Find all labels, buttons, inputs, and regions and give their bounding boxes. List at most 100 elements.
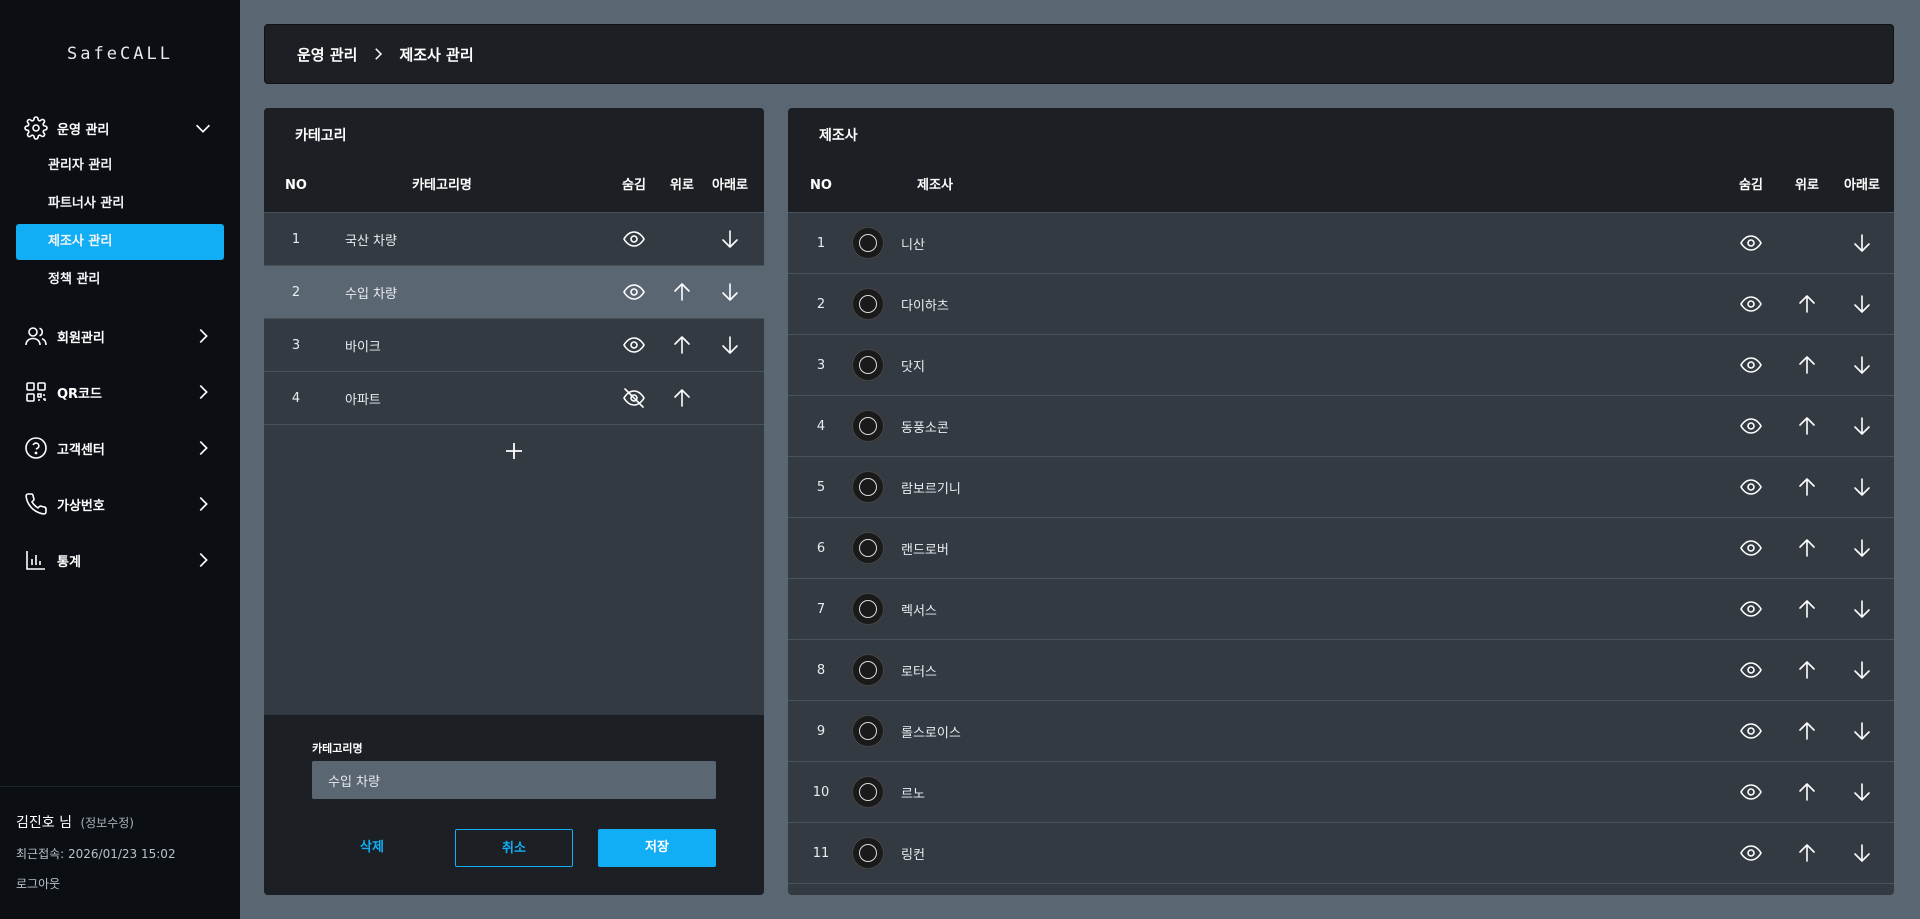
down-cell (706, 213, 754, 265)
arrow-down-icon[interactable] (1850, 475, 1874, 499)
cancel-button[interactable]: 취소 (455, 829, 573, 867)
up-cell (1784, 396, 1830, 456)
arrow-up-icon[interactable] (1795, 597, 1819, 621)
up-cell (1784, 762, 1830, 822)
col-hide: 숨김 (1739, 178, 1763, 193)
arrow-up-icon[interactable] (1795, 353, 1819, 377)
menu-group-support[interactable]: 고객센터 (16, 430, 224, 466)
menu-group-statistics[interactable]: 통계 (16, 542, 224, 578)
eye-icon[interactable] (1739, 841, 1763, 865)
arrow-up-icon[interactable] (670, 333, 694, 357)
manufacturer-row[interactable]: 11 링컨 (788, 823, 1894, 884)
sidebar-item-manufacturer[interactable]: 제조사 관리 (16, 224, 224, 260)
manufacturer-row[interactable]: 1 니산 (788, 213, 1894, 274)
row-number: 10 (812, 784, 830, 800)
save-button[interactable]: 저장 (598, 829, 716, 867)
category-name-input[interactable] (312, 761, 716, 799)
eye-icon[interactable] (622, 280, 646, 304)
arrow-down-icon[interactable] (1850, 658, 1874, 682)
breadcrumb-parent[interactable]: 운영 관리 (297, 44, 357, 65)
category-row[interactable]: 3 바이크 (264, 319, 764, 372)
down-cell (1839, 579, 1885, 639)
delete-button[interactable]: 삭제 (313, 829, 431, 867)
eye-icon[interactable] (1739, 658, 1763, 682)
up-cell (658, 319, 706, 371)
menu-group-qrcode[interactable]: QR코드 (16, 374, 224, 410)
manufacturer-row[interactable]: 10 르노 (788, 762, 1894, 823)
arrow-up-icon[interactable] (1795, 841, 1819, 865)
eye-icon[interactable] (1739, 475, 1763, 499)
eye-icon[interactable] (1739, 719, 1763, 743)
row-number: 9 (816, 723, 826, 739)
row-number: 5 (816, 479, 826, 495)
arrow-down-icon[interactable] (1850, 292, 1874, 316)
eye-icon[interactable] (1739, 597, 1763, 621)
menu-group-virtual-number[interactable]: 가상번호 (16, 486, 224, 522)
category-row[interactable]: 4 아파트 (264, 372, 764, 425)
eye-icon[interactable] (622, 227, 646, 251)
brand-logo-mark (859, 783, 877, 801)
category-row[interactable]: 1 국산 차량 (264, 213, 764, 266)
category-name: 수입 차량 (345, 286, 397, 302)
sidebar-item-admin[interactable]: 관리자 관리 (16, 148, 224, 184)
menu-group-operations[interactable]: 운영 관리 (16, 110, 224, 146)
logout-link[interactable]: 로그아웃 (16, 875, 60, 892)
sidebar-item-partner[interactable]: 파트너사 관리 (16, 186, 224, 222)
arrow-down-icon[interactable] (718, 333, 742, 357)
down-cell (706, 372, 754, 424)
category-row[interactable]: 2 수입 차량 (264, 266, 764, 319)
down-cell (1839, 274, 1885, 334)
arrow-down-icon[interactable] (1850, 597, 1874, 621)
down-cell (1839, 762, 1885, 822)
arrow-down-icon[interactable] (1850, 841, 1874, 865)
category-table-body: 1 국산 차량 2 수입 차량 3 바이크 4 아파트 (264, 213, 764, 425)
edit-profile-link[interactable]: (정보수정) (80, 816, 134, 830)
arrow-up-icon[interactable] (1795, 292, 1819, 316)
arrow-up-icon[interactable] (1795, 414, 1819, 438)
arrow-down-icon[interactable] (1850, 536, 1874, 560)
sidebar-item-policy[interactable]: 정책 관리 (16, 262, 224, 298)
arrow-up-icon[interactable] (1795, 475, 1819, 499)
eye-icon[interactable] (1739, 231, 1763, 255)
arrow-up-icon[interactable] (1795, 780, 1819, 804)
eye-icon[interactable] (622, 333, 646, 357)
eye-icon[interactable] (1739, 414, 1763, 438)
arrow-up-icon[interactable] (1795, 536, 1819, 560)
manufacturer-row[interactable]: 4 동풍소콘 (788, 396, 1894, 457)
manufacturer-row[interactable]: 8 로터스 (788, 640, 1894, 701)
hide-cell (610, 266, 658, 318)
eye-icon[interactable] (1739, 292, 1763, 316)
eye-off-icon[interactable] (622, 386, 646, 410)
manufacturer-row[interactable]: 9 롤스로이스 (788, 701, 1894, 762)
manufacturer-name: 닷지 (901, 359, 925, 375)
row-number: 1 (816, 235, 826, 251)
eye-icon[interactable] (1739, 536, 1763, 560)
menu-group-members[interactable]: 회원관리 (16, 318, 224, 354)
manufacturer-row[interactable]: 5 람보르기니 (788, 457, 1894, 518)
manufacturer-name: 다이하츠 (901, 298, 949, 314)
arrow-down-icon[interactable] (1850, 414, 1874, 438)
arrow-down-icon[interactable] (1850, 231, 1874, 255)
brand-logo (852, 654, 884, 686)
arrow-up-icon[interactable] (670, 280, 694, 304)
arrow-down-icon[interactable] (1850, 719, 1874, 743)
brand-logo-cell (852, 396, 884, 456)
add-category-icon[interactable] (502, 439, 526, 463)
arrow-down-icon[interactable] (1850, 780, 1874, 804)
brand-logo-mark (859, 478, 877, 496)
arrow-down-icon[interactable] (718, 227, 742, 251)
manufacturer-row[interactable]: 6 랜드로버 (788, 518, 1894, 579)
eye-icon[interactable] (1739, 353, 1763, 377)
manufacturer-row[interactable]: 2 다이하츠 (788, 274, 1894, 335)
arrow-down-icon[interactable] (1850, 353, 1874, 377)
arrow-down-icon[interactable] (718, 280, 742, 304)
arrow-up-icon[interactable] (670, 386, 694, 410)
arrow-up-icon[interactable] (1795, 658, 1819, 682)
manufacturer-row[interactable]: 3 닷지 (788, 335, 1894, 396)
eye-icon[interactable] (1739, 780, 1763, 804)
app-logo[interactable]: SafeCALL (0, 44, 240, 64)
brand-logo-mark (859, 661, 877, 679)
manufacturer-row[interactable]: 7 렉서스 (788, 579, 1894, 640)
arrow-up-icon[interactable] (1795, 719, 1819, 743)
up-cell (1784, 335, 1830, 395)
